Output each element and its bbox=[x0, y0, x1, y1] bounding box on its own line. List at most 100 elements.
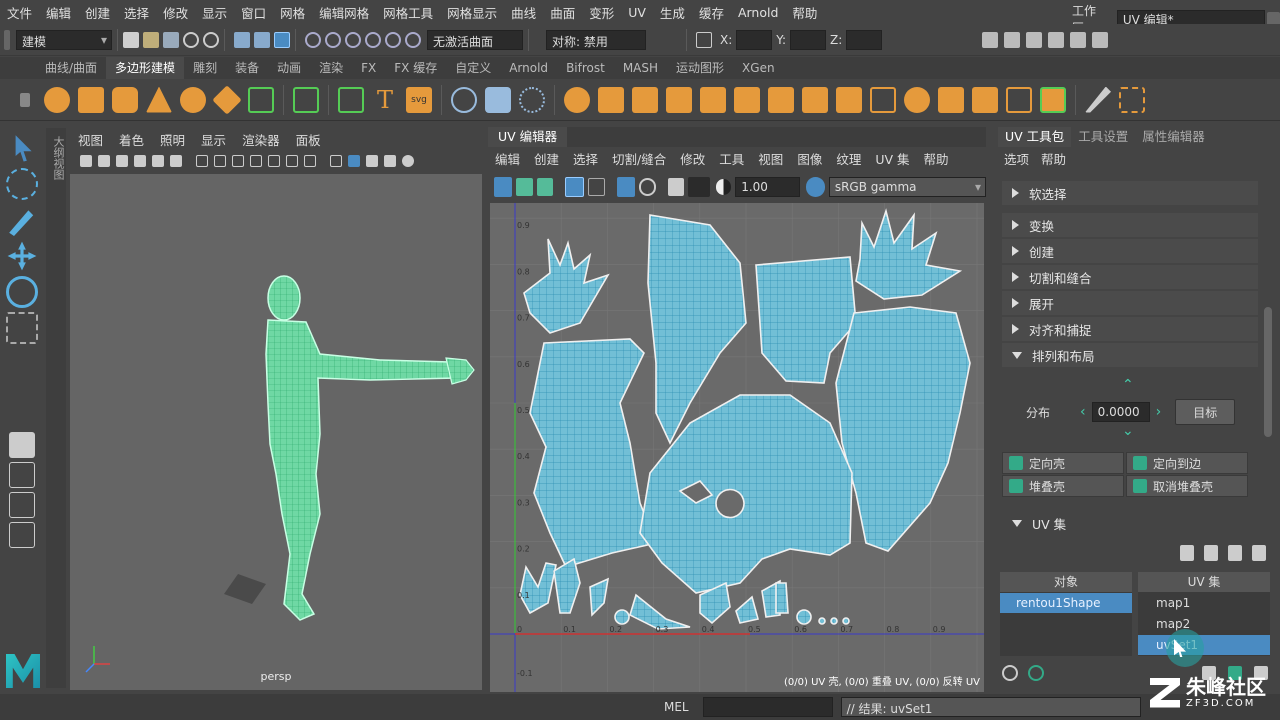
paint-tool-icon[interactable] bbox=[1085, 86, 1111, 113]
smooth-shade-icon[interactable] bbox=[348, 155, 360, 167]
wireframe-icon[interactable] bbox=[330, 155, 342, 167]
paint-select-icon[interactable] bbox=[9, 210, 34, 236]
uv-tool-b-icon[interactable] bbox=[1028, 665, 1044, 681]
x-input[interactable] bbox=[736, 29, 773, 50]
viewport-menu-item[interactable]: 面板 bbox=[288, 130, 329, 149]
color-space-select[interactable]: sRGB gamma ▾ bbox=[828, 177, 986, 197]
uv-menu-item[interactable]: 编辑 bbox=[488, 149, 527, 168]
orient-shells-button[interactable]: 定向壳 bbox=[1002, 452, 1124, 474]
uv-menu-item[interactable]: 选择 bbox=[566, 149, 605, 168]
new-uvset-icon[interactable] bbox=[1180, 545, 1194, 561]
target-weld-icon[interactable] bbox=[938, 86, 964, 113]
stack-shells-button[interactable]: 堆叠壳 bbox=[1002, 475, 1124, 497]
delete-uvset-icon[interactable] bbox=[1252, 545, 1266, 561]
textured-icon[interactable] bbox=[384, 155, 396, 167]
live-surface-field[interactable]: 无激活曲面 bbox=[427, 29, 523, 50]
z-input[interactable] bbox=[846, 29, 883, 50]
single-pane-icon[interactable] bbox=[9, 432, 35, 458]
booleans-icon[interactable] bbox=[666, 86, 692, 113]
render-current-icon[interactable] bbox=[1026, 31, 1043, 48]
menu-item[interactable]: 曲面 bbox=[543, 3, 582, 22]
uv-menu-item[interactable]: 帮助 bbox=[917, 149, 956, 168]
select-tool-icon[interactable] bbox=[15, 135, 32, 162]
type-tool-icon[interactable]: T bbox=[372, 87, 398, 113]
grease-pencil-icon[interactable] bbox=[170, 155, 182, 167]
toolkit-tab[interactable]: 属性编辑器 bbox=[1135, 127, 1212, 147]
hypershade-icon[interactable] bbox=[1070, 31, 1087, 48]
ipr-render-icon[interactable] bbox=[1048, 31, 1065, 48]
chevron-right-icon[interactable]: › bbox=[1156, 404, 1162, 420]
shelf-tab[interactable]: 多边形建模 bbox=[106, 57, 185, 79]
shelf-tab[interactable]: 曲线/曲面 bbox=[36, 57, 106, 79]
poly-torus-icon[interactable] bbox=[180, 86, 206, 113]
bookmark-icon[interactable] bbox=[116, 155, 128, 167]
outliner-side-tab[interactable]: 大纲视图 bbox=[46, 128, 66, 688]
poly-cube-icon[interactable] bbox=[78, 86, 104, 113]
smooth-icon[interactable] bbox=[564, 86, 590, 113]
shelf-tab[interactable]: Arnold bbox=[500, 57, 557, 79]
camera-icon[interactable] bbox=[80, 155, 92, 167]
menu-item[interactable]: 缓存 bbox=[692, 3, 731, 22]
lasso-tool-icon[interactable] bbox=[6, 168, 38, 200]
shelf-menu-icon[interactable] bbox=[20, 92, 30, 107]
camera-attr-icon[interactable] bbox=[98, 155, 110, 167]
mode-select[interactable]: 建模 ▾ bbox=[16, 29, 112, 50]
undo-icon[interactable] bbox=[183, 31, 199, 48]
field-chart-icon[interactable] bbox=[268, 155, 280, 167]
uvset-item[interactable]: map2 bbox=[1138, 614, 1270, 634]
poly-cone-icon[interactable] bbox=[146, 86, 172, 113]
viewport-menu-item[interactable]: 渲染器 bbox=[234, 130, 288, 149]
poly-plane-icon[interactable] bbox=[212, 84, 242, 115]
snap-curve-icon[interactable] bbox=[325, 31, 341, 48]
chevron-left-icon[interactable]: ‹ bbox=[1080, 404, 1086, 420]
super-shape-icon[interactable] bbox=[293, 86, 319, 113]
shelf-tab[interactable]: 装备 bbox=[226, 57, 268, 79]
shelf-tab[interactable]: XGen bbox=[733, 57, 784, 79]
image-plane-icon[interactable] bbox=[134, 155, 146, 167]
uv-distortion-icon[interactable] bbox=[587, 178, 605, 196]
extrude-icon[interactable] bbox=[734, 86, 760, 113]
shelf-tab[interactable]: 运动图形 bbox=[667, 57, 733, 79]
outliner-pane-icon[interactable] bbox=[9, 522, 35, 548]
uv-select-face-icon[interactable] bbox=[536, 178, 554, 196]
viewport-menu-item[interactable]: 照明 bbox=[152, 130, 193, 149]
render-setup-icon[interactable] bbox=[982, 31, 999, 48]
uv-menu-item[interactable]: 工具 bbox=[712, 149, 751, 168]
uv-snapshot-icon[interactable] bbox=[667, 178, 685, 196]
render-view-icon[interactable] bbox=[1004, 31, 1021, 48]
distribute-input[interactable]: 0.0000 bbox=[1091, 402, 1150, 422]
toolkit-menu-item[interactable]: 选项 bbox=[998, 149, 1035, 168]
uv-editor-tab[interactable]: UV 编辑器 bbox=[488, 127, 568, 147]
shelf-tab[interactable]: 自定义 bbox=[446, 57, 500, 79]
mel-input[interactable] bbox=[702, 697, 833, 717]
menu-item[interactable]: 文件 bbox=[0, 3, 39, 22]
mel-label[interactable]: MEL bbox=[664, 700, 689, 714]
menu-item[interactable]: 创建 bbox=[78, 3, 117, 22]
uv-checker-icon[interactable] bbox=[639, 178, 656, 196]
combine-icon[interactable] bbox=[485, 86, 511, 113]
menu-item[interactable]: 变形 bbox=[582, 3, 621, 22]
chevron-up-icon[interactable]: ⌃ bbox=[1122, 377, 1134, 393]
shelf-tab[interactable]: FX bbox=[352, 57, 385, 79]
menu-item[interactable]: 显示 bbox=[195, 3, 234, 22]
exposure-icon[interactable] bbox=[716, 179, 732, 195]
uv-grid-icon[interactable] bbox=[616, 177, 636, 197]
menu-item[interactable]: 选择 bbox=[117, 3, 156, 22]
uv-menu-item[interactable]: 修改 bbox=[673, 149, 712, 168]
default-lighting-icon[interactable] bbox=[366, 155, 378, 167]
extract-icon[interactable] bbox=[700, 86, 726, 113]
append-icon[interactable] bbox=[836, 86, 862, 113]
bevel-icon[interactable] bbox=[768, 86, 794, 113]
menu-item[interactable]: Arnold bbox=[731, 5, 785, 20]
redo-icon[interactable] bbox=[203, 31, 219, 48]
toolkit-tab[interactable]: 工具设置 bbox=[1071, 127, 1135, 147]
menu-item[interactable]: 编辑网格 bbox=[312, 3, 376, 22]
menu-item[interactable]: 编辑 bbox=[39, 3, 78, 22]
section-layout[interactable]: 排列和布局 bbox=[1002, 343, 1258, 367]
move-pivot-icon[interactable] bbox=[451, 86, 477, 113]
menu-item[interactable]: 网格显示 bbox=[440, 3, 504, 22]
object-item[interactable]: rentou1Shape bbox=[1000, 593, 1132, 613]
shelf-tab[interactable]: MASH bbox=[614, 57, 667, 79]
menu-item[interactable]: 帮助 bbox=[785, 3, 824, 22]
uv-select-vertex-icon[interactable] bbox=[516, 178, 533, 196]
